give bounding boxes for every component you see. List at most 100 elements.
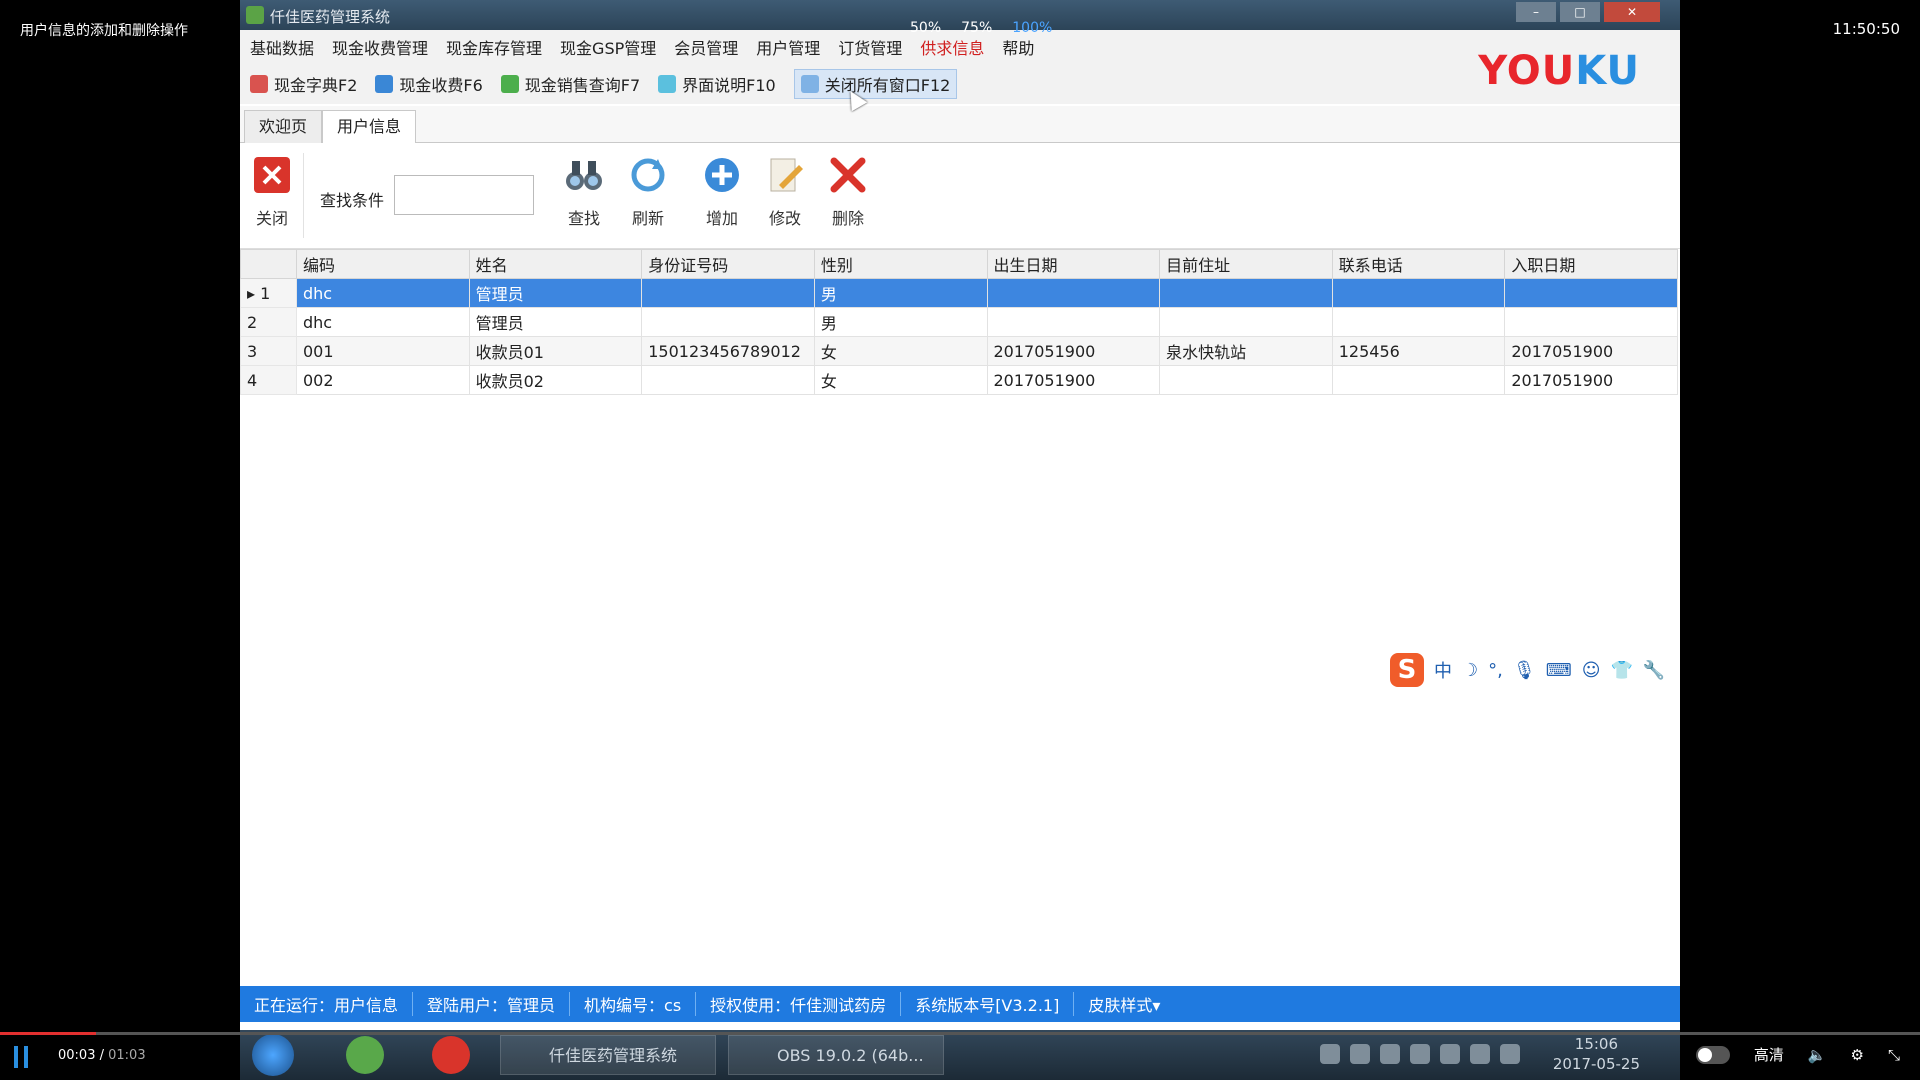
find-button[interactable]: 查找 [558, 155, 610, 229]
quick-sales-query-button[interactable]: 现金销售查询F7 [500, 72, 640, 96]
cell-hire-date[interactable]: 2017051900 [1504, 336, 1678, 366]
cell-code[interactable]: 002 [296, 365, 470, 395]
cell-address[interactable] [1159, 365, 1333, 395]
tray-sogou-icon[interactable] [1320, 1044, 1340, 1064]
menu-basic-data[interactable]: 基础数据 [250, 35, 314, 59]
tray-security-icon[interactable] [1380, 1044, 1400, 1064]
video-progress-bar[interactable] [0, 1032, 1920, 1035]
tray-display-icon[interactable] [1500, 1044, 1520, 1064]
add-button[interactable]: 增加 [696, 155, 748, 229]
edit-button[interactable]: 修改 [759, 155, 811, 229]
refresh-button[interactable]: 刷新 [622, 155, 674, 229]
cell-code[interactable]: dhc [296, 278, 470, 308]
skin-style-dropdown[interactable]: 皮肤样式▾ [1074, 992, 1174, 1016]
cell-name[interactable]: 收款员02 [468, 365, 643, 395]
zoom-100[interactable]: 100% [1012, 20, 1052, 36]
cell-id-number[interactable]: 150123456789012 [641, 336, 815, 366]
taskbar-app-pharmacy[interactable]: 仟佳医药管理系统 [500, 1035, 716, 1075]
window-close-button[interactable]: ✕ [1604, 2, 1660, 22]
cell-id-number[interactable] [641, 365, 815, 395]
row-number[interactable]: 2 [240, 307, 297, 337]
col-gender[interactable]: 性别 [813, 249, 988, 279]
volume-icon[interactable]: 🔈 [1808, 1046, 1827, 1064]
tray-network-icon[interactable] [1350, 1044, 1370, 1064]
cell-name[interactable]: 管理员 [468, 278, 643, 308]
cell-gender[interactable]: 男 [813, 278, 988, 308]
tab-welcome[interactable]: 欢迎页 [244, 110, 323, 143]
minimize-button[interactable]: – [1516, 2, 1556, 22]
col-hire-date[interactable]: 入职日期 [1504, 249, 1678, 279]
col-birth-date[interactable]: 出生日期 [986, 249, 1161, 279]
cell-hire-date[interactable] [1504, 278, 1678, 308]
col-id-number[interactable]: 身份证号码 [641, 249, 815, 279]
cell-id-number[interactable] [641, 307, 815, 337]
ie-icon[interactable] [346, 1036, 384, 1074]
cell-gender[interactable]: 女 [813, 336, 988, 366]
cell-gender[interactable]: 男 [813, 307, 988, 337]
ime-language-toggle[interactable]: 中 [1434, 657, 1452, 683]
cell-code[interactable]: dhc [296, 307, 470, 337]
cell-name[interactable]: 管理员 [468, 307, 643, 337]
cell-address[interactable] [1159, 307, 1333, 337]
sogou-ime-icon[interactable]: S [1390, 653, 1424, 687]
cell-phone[interactable]: 125456 [1331, 336, 1506, 366]
menu-cash-charge[interactable]: 现金收费管理 [332, 35, 428, 59]
col-name[interactable]: 姓名 [468, 249, 643, 279]
table-row[interactable]: 4 002 收款员02 女 2017051900 2017051900 [240, 365, 1678, 395]
cell-name[interactable]: 收款员01 [468, 336, 643, 366]
cell-gender[interactable]: 女 [813, 365, 988, 395]
start-button-icon[interactable] [252, 1034, 294, 1076]
music-app-icon[interactable] [432, 1036, 470, 1074]
cell-hire-date[interactable]: 2017051900 [1504, 365, 1678, 395]
cell-address[interactable]: 泉水快轨站 [1159, 336, 1333, 366]
ime-punctuation-icon[interactable]: °, [1488, 660, 1503, 681]
taskbar-app-obs[interactable]: OBS 19.0.2 (64b... [728, 1035, 944, 1075]
cell-id-number[interactable] [641, 278, 815, 308]
delete-button[interactable]: 删除 [822, 155, 874, 229]
tab-user-info[interactable]: 用户信息 [322, 110, 417, 144]
settings-gear-icon[interactable]: ⚙ [1851, 1046, 1864, 1064]
zoom-50[interactable]: 50% [910, 20, 941, 36]
ime-user-icon[interactable]: ☺ [1582, 660, 1601, 681]
table-row[interactable]: ▸ 1 dhc 管理员 男 [240, 278, 1678, 308]
row-number[interactable]: 4 [240, 365, 297, 395]
taskbar-clock[interactable]: 15:06 2017-05-25 [1553, 1034, 1640, 1074]
menu-order[interactable]: 订货管理 [838, 35, 902, 59]
quick-dict-button[interactable]: 现金字典F2 [250, 72, 357, 96]
quick-ui-help-button[interactable]: 界面说明F10 [658, 72, 776, 96]
quick-close-all-button[interactable]: 关闭所有窗口F12 [793, 69, 958, 99]
cell-hire-date[interactable] [1504, 307, 1678, 337]
quick-charge-button[interactable]: 现金收费F6 [375, 72, 483, 96]
ime-moon-icon[interactable]: ☽ [1462, 660, 1478, 681]
menu-user[interactable]: 用户管理 [756, 35, 820, 59]
col-code[interactable]: 编码 [296, 249, 470, 279]
cell-code[interactable]: 001 [296, 336, 470, 366]
cell-phone[interactable] [1331, 307, 1506, 337]
cell-birth-date[interactable]: 2017051900 [986, 365, 1161, 395]
table-row[interactable]: 3 001 收款员01 150123456789012 女 2017051900… [240, 336, 1678, 366]
exit-fullscreen-icon[interactable]: ⤡ [1888, 1046, 1900, 1064]
search-input[interactable] [394, 175, 534, 215]
close-button[interactable]: 关闭 [246, 155, 298, 229]
cell-address[interactable] [1159, 278, 1333, 308]
col-phone[interactable]: 联系电话 [1331, 249, 1506, 279]
menu-member[interactable]: 会员管理 [674, 35, 738, 59]
pause-button[interactable] [14, 1046, 30, 1068]
row-number[interactable]: 3 [240, 336, 297, 366]
zoom-75[interactable]: 75% [961, 20, 992, 36]
maximize-button[interactable]: □ [1560, 2, 1600, 22]
cell-phone[interactable] [1331, 365, 1506, 395]
tray-volume-icon[interactable] [1470, 1044, 1490, 1064]
menu-supply-demand[interactable]: 供求信息 [920, 35, 984, 59]
menu-cash-inventory[interactable]: 现金库存管理 [446, 35, 542, 59]
cell-birth-date[interactable] [986, 307, 1161, 337]
menu-help[interactable]: 帮助 [1002, 35, 1034, 59]
row-number[interactable]: ▸ 1 [240, 278, 297, 308]
quality-selector[interactable]: 高清 [1754, 1044, 1784, 1065]
bullet-comment-toggle[interactable] [1695, 1045, 1730, 1064]
tray-printer-icon[interactable] [1410, 1044, 1430, 1064]
ime-wrench-icon[interactable]: 🔧 [1643, 660, 1665, 681]
table-row[interactable]: 2 dhc 管理员 男 [240, 307, 1678, 337]
tray-shield-icon[interactable] [1440, 1044, 1460, 1064]
cell-phone[interactable] [1331, 278, 1506, 308]
